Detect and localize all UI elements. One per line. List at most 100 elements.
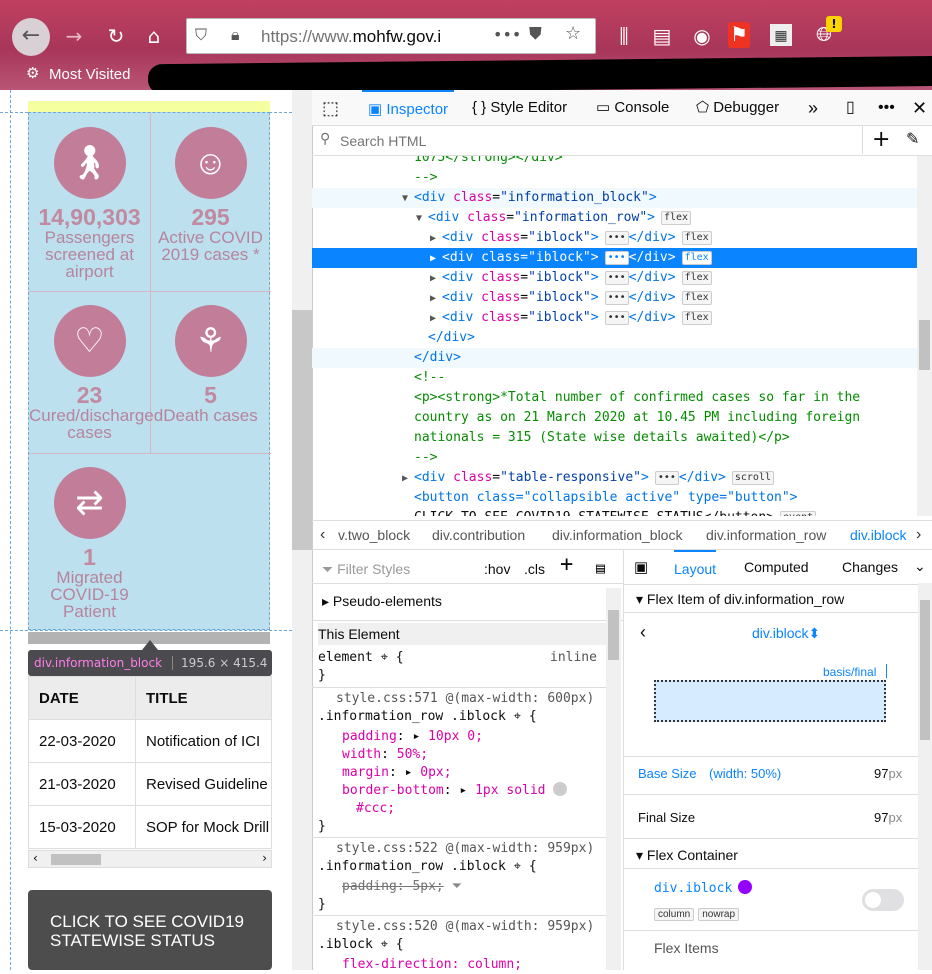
breadcrumb-item[interactable]: div.contribution [432,521,525,549]
flexbox-highlight-toggle[interactable] [862,889,904,911]
markup-node[interactable]: <button class="collapsible active" type=… [312,488,917,508]
dock-icon[interactable]: ▯ [846,90,855,126]
back-chevron-icon[interactable]: ‹ [640,622,646,643]
breadcrumb-item-current[interactable]: div.iblock [850,521,907,549]
markup-node[interactable]: ▶ <div class="table-responsive"> ••• </div>… [312,468,917,488]
layout-scrollbar-thumb[interactable] [920,600,930,740]
flex-container-selector[interactable]: div.iblock [654,880,753,896]
markup-node[interactable]: country as on 21 March 2020 at 10.45 PM … [312,408,917,428]
flex-item-header[interactable]: ▾ Flex Item of div.information_row [636,591,844,608]
home-button[interactable]: ⌂ [140,24,168,48]
markup-node[interactable]: 1075</strong></div> [312,156,917,168]
tracking-shield-icon[interactable]: ⛉ [195,25,207,45]
rule-source[interactable]: style.css:522 @(max-width: 959px) [336,840,594,858]
filter-styles-input[interactable]: ⏷ Filter Styles [322,560,410,578]
element-rule[interactable]: element ⌖ { [318,649,404,667]
element-picker-icon[interactable]: ⬚ [322,90,339,126]
sidebar-icon[interactable]: ▤ [648,24,676,48]
markup-node[interactable]: ▶ <div class="iblock"> ••• </div> flex [312,288,917,308]
markup-node[interactable]: ▼ <div class="information_row"> flex [312,208,917,228]
page-scrollbar-thumb[interactable] [292,310,312,550]
flex-container-header[interactable]: ▾ Flex Container [636,847,738,864]
cls-toggle[interactable]: .cls [524,560,545,578]
markup-node[interactable]: --> [312,448,917,468]
reload-button[interactable]: ↻ [102,24,130,48]
declaration[interactable]: padding: ▸ 10px 0; [342,728,483,746]
rule-selector[interactable]: .information_row .iblock ⌖ { [318,708,537,726]
scroll-left-icon[interactable]: ‹ [33,851,38,865]
extension-red-icon[interactable]: ⚑ [728,22,750,48]
declaration[interactable]: margin: ▸ 0px; [342,764,452,782]
url-text[interactable]: https://www.mohfw.gov.i [261,27,441,47]
markup-node[interactable]: <!-- [312,368,917,388]
add-rule-icon[interactable]: + [560,554,573,576]
table-link[interactable]: Notification of ICI [135,719,272,763]
crumb-prev-icon[interactable]: ‹ [320,521,325,549]
extension-note-icon[interactable]: ▦ [770,24,792,46]
scroll-right-icon[interactable]: › [262,851,267,865]
rule-source[interactable]: style.css:520 @(max-width: 959px) [336,918,594,936]
close-icon[interactable]: ✕ [912,90,927,126]
bookmark-star-icon[interactable]: ☆ [565,23,581,44]
breadcrumb-item[interactable]: v.two_block [338,521,410,549]
markup-node[interactable]: <p><strong>*Total number of confirmed ca… [312,388,917,408]
tab-style-editor[interactable]: { } Style Editor [472,90,567,126]
eyedropper-icon[interactable]: ✎ [906,129,919,148]
overridden-declaration[interactable]: padding: 5px; ⏷ [342,878,462,896]
tab-changes[interactable]: Changes [842,550,898,584]
stat-block[interactable]: ♡ 23 Cured/discharged cases [29,295,163,441]
stat-block[interactable]: ⚘ 5 Death cases [150,295,271,424]
declaration[interactable]: flex-direction: column; [342,956,522,974]
table-link[interactable]: SOP for Mock Drill [135,805,272,849]
account-icon[interactable]: ◉ [688,24,716,48]
markup-node[interactable]: ▶ <div class="iblock"> ••• </div> flex [312,308,917,328]
markup-node[interactable]: ▶ <div class="iblock"> ••• </div> flex [312,228,917,248]
hov-toggle[interactable]: :hov [484,560,510,578]
tab-console[interactable]: ▭ Console [596,90,669,126]
menu-icon[interactable]: ••• [878,90,895,126]
back-button[interactable]: ← [12,18,50,56]
pocket-icon[interactable]: ⛊ [529,24,542,44]
forward-button[interactable]: → [60,24,88,48]
breadcrumb-item[interactable]: div.information_block [552,521,682,549]
bookmark-most-visited[interactable]: Most Visited [49,66,130,83]
markup-node-selected[interactable]: ▶ <div class="iblock"> ••• </div> flex [312,248,917,268]
search-html-bar[interactable]: ⚲ Search HTML + ✎ [312,126,932,156]
tab-inspector[interactable]: ▣ Inspector [362,90,455,126]
tab-layout[interactable]: Layout [674,550,717,584]
declaration[interactable]: border-bottom: ▸ 1px solid [342,782,568,800]
rules-scrollbar-thumb[interactable] [608,610,619,660]
stat-block[interactable]: ⇄ 1 Migrated COVID-19 Patient [29,457,150,620]
color-swatch[interactable] [553,782,568,796]
more-tabs-icon[interactable]: » [808,90,818,126]
table-link[interactable]: Revised Guideline [135,762,272,806]
scrollbar-thumb[interactable] [51,854,101,865]
pseudo-elements-toggle[interactable]: ▸ Pseudo-elements [322,592,442,610]
search-html-input[interactable]: Search HTML [340,133,426,149]
rule-selector[interactable]: .iblock ⌖ { [318,936,404,954]
markup-node[interactable]: </div> [312,348,917,368]
rule-source[interactable]: style.css:571 @(max-width: 600px) [336,690,594,708]
stat-block[interactable]: 🚶︎ 14,90,303 Passengers screened at airp… [29,117,150,280]
sidebar-toggle-icon[interactable]: ▣ [634,558,648,576]
rule-selector[interactable]: .information_row .iblock ⌖ { [318,858,537,876]
flex-item-selector[interactable]: div.iblock⬍ [752,625,820,642]
tab-debugger[interactable]: ⬠ Debugger [696,90,779,126]
markup-node[interactable]: --> [312,168,917,188]
url-bar[interactable]: ⛉ 🔒︎ https://www.mohfw.gov.i ••• ⛊ ☆ [186,18,596,54]
add-node-icon[interactable]: + [872,127,890,152]
print-media-icon[interactable]: ▤ [596,559,605,577]
breadcrumb-item[interactable]: div.information_row [706,521,826,549]
information-block-highlight[interactable]: 🚶︎ 14,90,303 Passengers screened at airp… [28,112,271,630]
markup-node[interactable]: nationals = 315 (State wise details awai… [312,428,917,448]
tab-computed[interactable]: Computed [744,550,809,584]
declaration[interactable]: width: 50%; [342,746,428,764]
lock-icon[interactable]: 🔒︎ [231,25,240,45]
markup-node[interactable]: ▼ <div class="information_block"> [312,188,917,208]
crumb-next-icon[interactable]: › [916,521,921,549]
chevron-down-icon[interactable]: ⌄ [914,558,926,575]
library-icon[interactable]: ⫼ [610,24,638,48]
markup-node[interactable]: CLICK TO SEE COVID19 STATEWISE STATUS</b… [312,508,917,516]
markup-node[interactable]: ▶ <div class="iblock"> ••• </div> flex [312,268,917,288]
page-actions-icon[interactable]: ••• [493,25,521,44]
